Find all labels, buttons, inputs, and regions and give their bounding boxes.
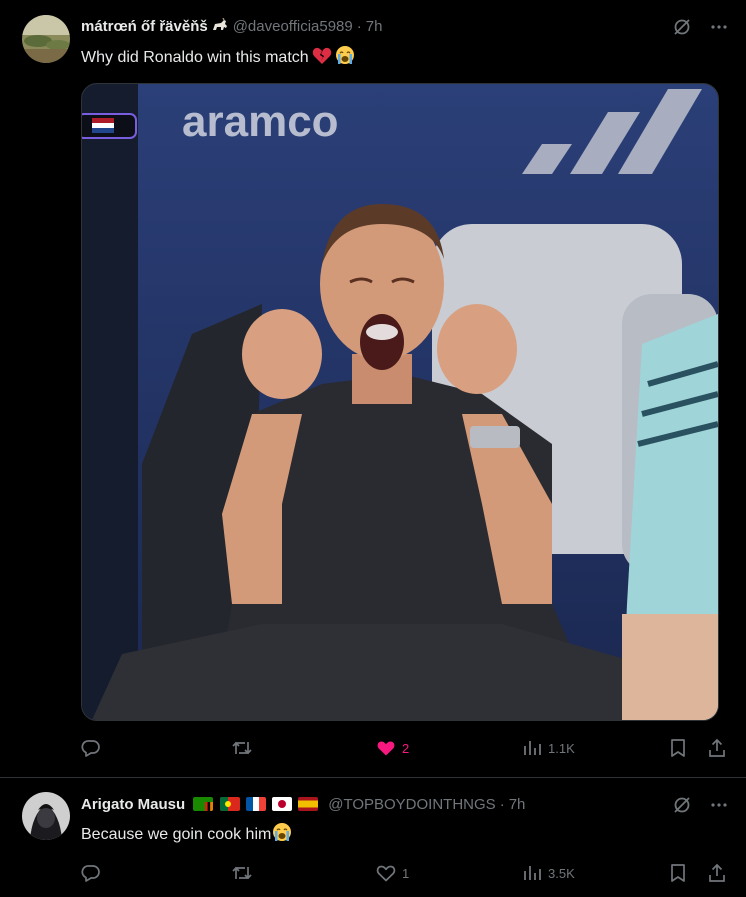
views-button[interactable]: 3.5K	[522, 863, 575, 883]
avatar-image	[22, 792, 70, 840]
avatar[interactable]	[22, 15, 70, 63]
main-post[interactable]: mátrœń őf řävěňš @daveofficia5989 · 7h Why…	[0, 0, 746, 778]
display-name[interactable]: Arigato Mausu	[81, 796, 185, 813]
post-text-content: Why did Ronaldo win this match	[81, 49, 309, 66]
share-icon	[707, 863, 727, 883]
reply-button[interactable]	[81, 863, 107, 883]
grok-icon[interactable]	[672, 17, 692, 37]
timestamp[interactable]: 7h	[509, 796, 526, 813]
crying-emoji	[272, 822, 292, 847]
heart-icon	[376, 863, 396, 883]
bookmark-icon	[669, 738, 687, 758]
flags	[193, 796, 324, 813]
views-button[interactable]: 1.1K	[522, 738, 575, 758]
avatar[interactable]	[22, 792, 70, 840]
repost-icon	[231, 863, 253, 883]
portugal-flag-icon	[219, 797, 240, 811]
reply-icon	[81, 863, 101, 883]
views-count: 1.1K	[548, 740, 575, 756]
like-count: 1	[402, 865, 410, 881]
timestamp[interactable]: 7h	[366, 18, 383, 35]
reply-text-content: Because we goin cook him	[81, 826, 272, 843]
views-icon	[522, 863, 542, 883]
reply-text: Because we goin cook him	[81, 822, 292, 847]
avatar-image	[22, 15, 70, 63]
crying-emoji	[335, 45, 355, 70]
goat-emoji	[211, 17, 229, 38]
more-icon[interactable]	[710, 796, 728, 814]
post-header: mátrœń őf řävěňš @daveofficia5989 · 7h	[81, 17, 383, 38]
repost-button[interactable]	[231, 863, 259, 883]
heart-icon	[376, 738, 396, 758]
reply-top-actions	[672, 795, 728, 815]
share-button[interactable]	[707, 863, 727, 883]
share-icon	[707, 738, 727, 758]
like-count: 2	[402, 740, 410, 756]
repost-button[interactable]	[231, 738, 259, 758]
photo: aramco	[82, 84, 718, 720]
post-image[interactable]: aramco	[81, 83, 719, 721]
post-top-actions	[672, 17, 728, 37]
display-name[interactable]: mátrœń őf řävěňš	[81, 18, 208, 35]
more-icon[interactable]	[710, 18, 728, 36]
post-actions: 2 1.1K	[81, 738, 729, 762]
zambia-flag-icon	[193, 797, 214, 811]
separator: ·	[356, 18, 362, 35]
sponsor-text: aramco	[182, 97, 339, 146]
bookmark-button[interactable]	[669, 863, 687, 883]
reply-post[interactable]: Arigato Mausu @TOPBOYDOINTHNGS · 7h Becaus…	[0, 778, 746, 897]
handle[interactable]: @daveofficia5989	[233, 18, 353, 35]
bookmark-button[interactable]	[669, 738, 687, 758]
views-icon	[522, 738, 542, 758]
france-flag-icon	[245, 797, 266, 811]
repost-icon	[231, 738, 253, 758]
reply-actions: 1 3.5K	[81, 863, 729, 887]
separator: ·	[499, 796, 505, 813]
reply-icon	[81, 738, 101, 758]
reply-header: Arigato Mausu @TOPBOYDOINTHNGS · 7h	[81, 796, 525, 813]
bookmark-icon	[669, 863, 687, 883]
japan-flag-icon	[271, 797, 292, 811]
like-button[interactable]: 1	[376, 863, 409, 883]
broken-heart-emoji	[312, 47, 332, 70]
share-button[interactable]	[707, 738, 727, 758]
spain-flag-icon	[298, 797, 319, 811]
reply-button[interactable]	[81, 738, 107, 758]
views-count: 3.5K	[548, 865, 575, 881]
handle[interactable]: @TOPBOYDOINTHNGS	[328, 796, 495, 813]
post-text: Why did Ronaldo win this match	[81, 45, 355, 70]
grok-icon[interactable]	[672, 795, 692, 815]
like-button[interactable]: 2	[376, 738, 409, 758]
